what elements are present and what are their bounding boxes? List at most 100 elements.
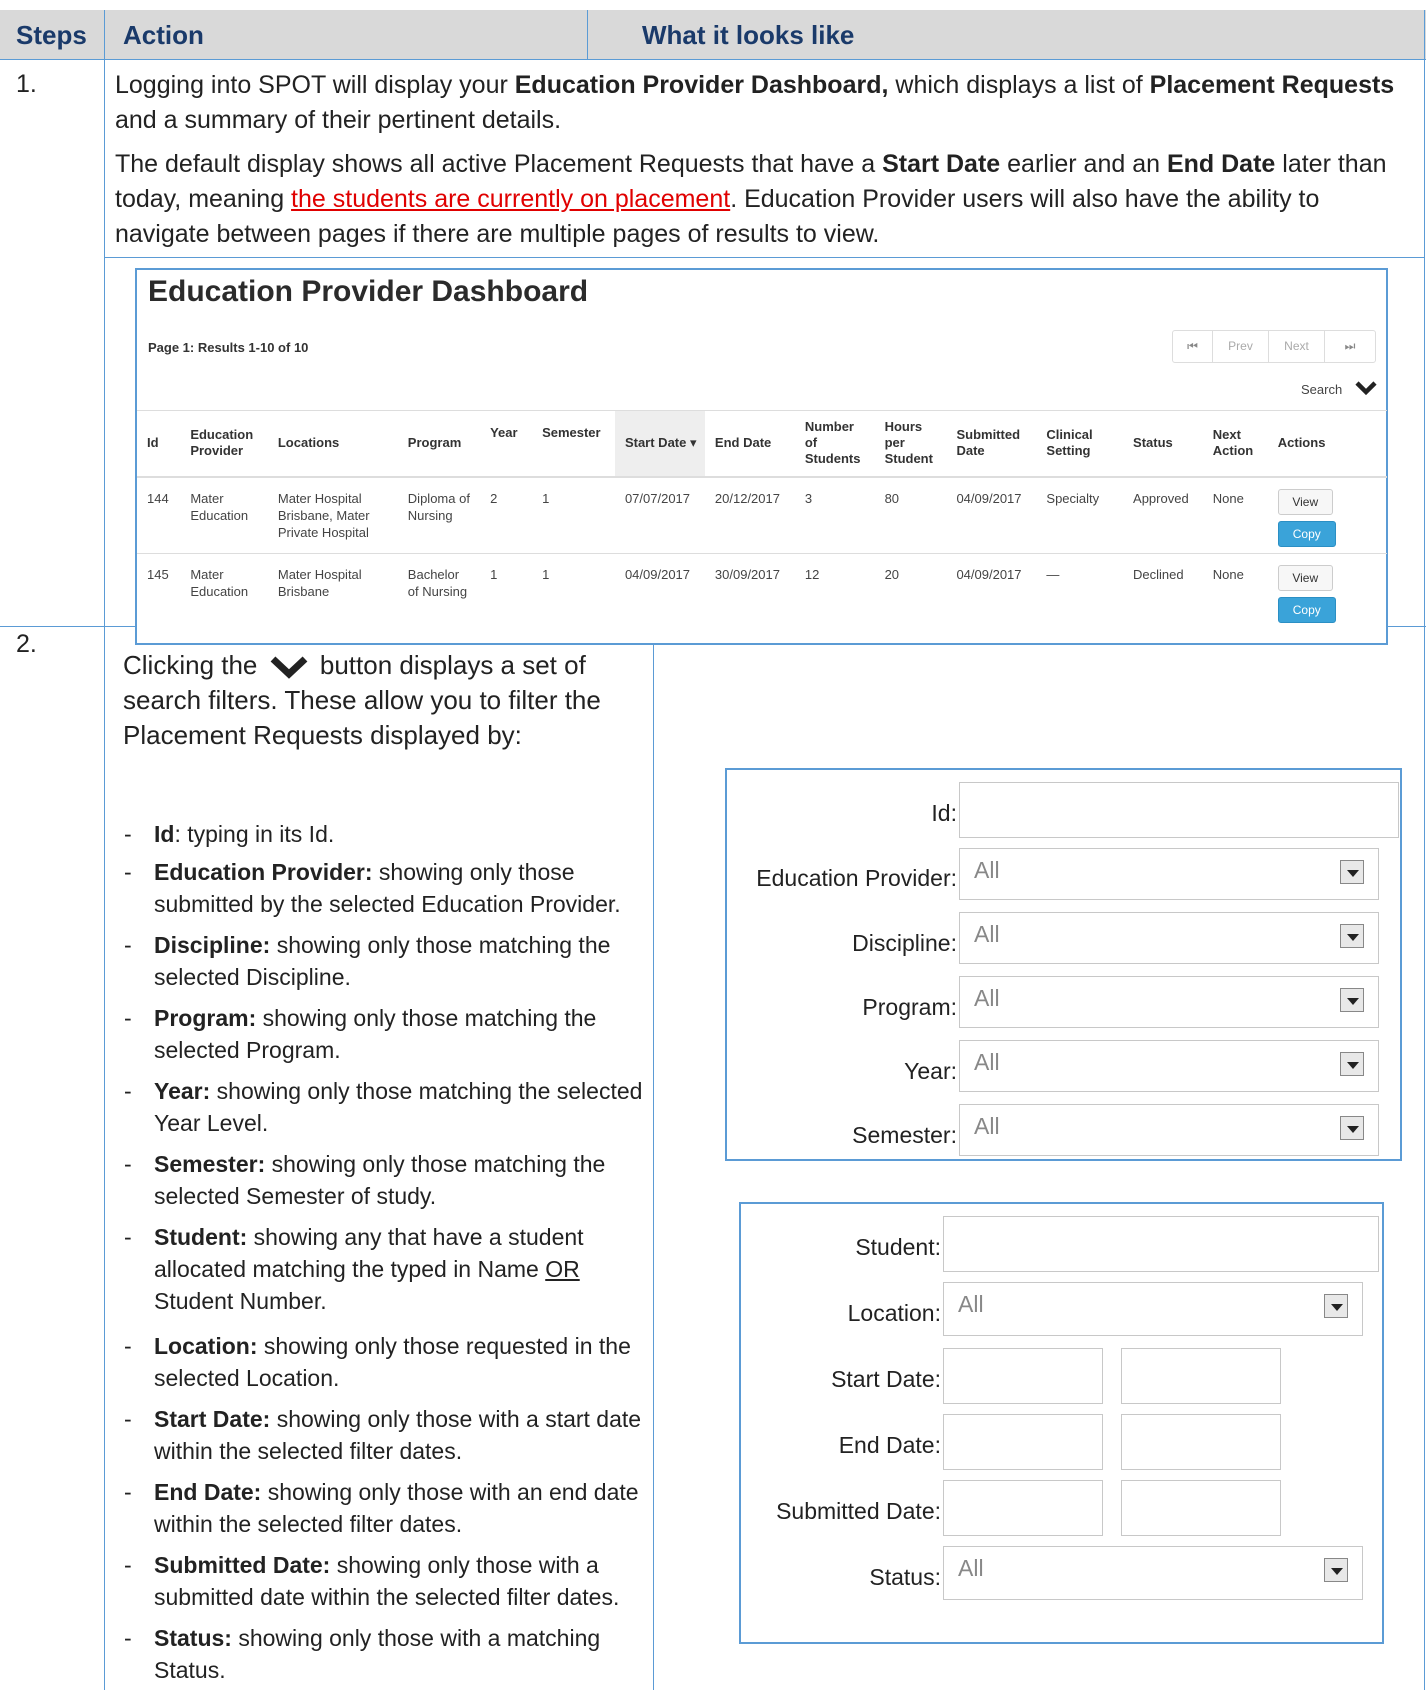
- list-item: - Submitted Date: showing only those with…: [124, 1552, 620, 1610]
- education-provider-select[interactable]: All: [959, 848, 1379, 900]
- cell-next-action: None: [1202, 552, 1268, 629]
- list-item: - Education Provider: showing only those …: [124, 859, 621, 917]
- prev-page-button[interactable]: Prev: [1213, 331, 1269, 362]
- end-date-to-input[interactable]: [1121, 1414, 1281, 1470]
- search-filters-panel-1: Id: Education Provider: All Discipline: …: [725, 768, 1402, 1161]
- list-item: - Start Date: showing only those with a s…: [124, 1406, 642, 1464]
- step1-paragraph-2: The default display shows all active Pla…: [115, 150, 1387, 248]
- submitted-date-from-input[interactable]: [943, 1480, 1103, 1536]
- col-year[interactable]: Year: [480, 410, 533, 478]
- header-steps: Steps: [16, 20, 87, 50]
- dropdown-arrow-icon: [1324, 1558, 1348, 1582]
- col-clinical-setting[interactable]: Clinical Setting: [1036, 410, 1124, 478]
- dropdown-arrow-icon: [1340, 1052, 1364, 1076]
- col-hours-per-student[interactable]: Hours per Student: [874, 410, 947, 478]
- cell-end-date: 20/12/2017: [704, 476, 795, 553]
- start-date-to-input[interactable]: [1121, 1348, 1281, 1404]
- view-button[interactable]: View: [1277, 564, 1333, 591]
- cell-id: 144: [137, 476, 181, 553]
- step2-intro: Clicking the button displays a set of se…: [123, 650, 601, 750]
- cell-status: Declined: [1123, 552, 1203, 629]
- dashboard-screenshot: Education Provider Dashboard Page 1: Res…: [135, 268, 1388, 645]
- start-date-from-input[interactable]: [943, 1348, 1103, 1404]
- status-select[interactable]: All: [943, 1546, 1363, 1600]
- view-button[interactable]: View: [1277, 488, 1333, 515]
- cell-hours-per-student: 20: [874, 552, 947, 629]
- last-page-button[interactable]: ⏭: [1325, 331, 1375, 362]
- dropdown-arrow-icon: [1324, 1294, 1348, 1318]
- col-id[interactable]: Id: [137, 410, 181, 478]
- cell-clinical-setting: —: [1036, 552, 1124, 629]
- first-page-button[interactable]: ⏮: [1173, 331, 1213, 362]
- cell-clinical-setting: Specialty: [1036, 476, 1124, 553]
- cell-locations: Mater Hospital Brisbane: [267, 552, 398, 629]
- search-filters-panel-2: Student: Location: All Start Date: End D…: [739, 1202, 1384, 1644]
- header-looks-like: What it looks like: [642, 20, 855, 50]
- col-submitted-date[interactable]: Submitted Date: [946, 410, 1037, 478]
- cell-program: Diploma of Nursing: [397, 476, 481, 553]
- col-semester[interactable]: Semester: [532, 410, 615, 478]
- cell-id: 145: [137, 552, 181, 629]
- cell-year: 1: [480, 552, 533, 629]
- cell-actions: View Copy: [1267, 476, 1387, 553]
- end-date-label: End Date:: [838, 1432, 941, 1458]
- copy-button[interactable]: Copy: [1277, 596, 1336, 623]
- header-divider: [587, 10, 588, 60]
- col-start-date[interactable]: Start Date ▾: [614, 410, 705, 478]
- page-info: Page 1: Results 1-10 of 10: [148, 340, 309, 355]
- year-label: Year:: [904, 1058, 957, 1084]
- list-item: - Student: showing any that have a studen…: [124, 1224, 584, 1314]
- col-next-action[interactable]: Next Action: [1202, 410, 1268, 478]
- cell-locations: Mater Hospital Brisbane, Mater Private H…: [267, 476, 398, 553]
- student-input[interactable]: [943, 1216, 1379, 1272]
- table-header-row: Id Education Provider Locations Program …: [137, 410, 1387, 478]
- student-label: Student:: [855, 1234, 941, 1260]
- cell-program: Bachelor of Nursing: [397, 552, 481, 629]
- copy-button[interactable]: Copy: [1277, 520, 1336, 547]
- chevron-down-icon[interactable]: [1355, 380, 1377, 396]
- col-end-date[interactable]: End Date: [704, 410, 795, 478]
- col-program[interactable]: Program: [397, 410, 481, 478]
- list-item: - Semester: showing only those matching t…: [124, 1151, 606, 1209]
- col-education-provider[interactable]: Education Provider: [180, 410, 268, 478]
- col-locations[interactable]: Locations: [267, 410, 398, 478]
- cell-next-action: None: [1202, 476, 1268, 553]
- col-status[interactable]: Status: [1123, 410, 1203, 478]
- step-number-1: 1.: [16, 70, 37, 98]
- discipline-select[interactable]: All: [959, 912, 1379, 964]
- cell-semester: 1: [532, 552, 615, 629]
- list-item: - Location: showing only those requested …: [124, 1333, 631, 1391]
- cell-start-date: 04/09/2017: [614, 552, 705, 629]
- cell-education-provider: Mater Education: [180, 476, 268, 553]
- step1-text-divider: [104, 257, 1424, 258]
- right-border: [1424, 10, 1425, 1690]
- program-select[interactable]: All: [959, 976, 1379, 1028]
- location-label: Location:: [847, 1300, 941, 1326]
- dropdown-arrow-icon: [1340, 1116, 1364, 1140]
- list-item: - Program: showing only those matching th…: [124, 1005, 597, 1063]
- table-row: 145 Mater Education Mater Hospital Brisb…: [137, 552, 1387, 629]
- cell-submitted-date: 04/09/2017: [946, 552, 1037, 629]
- id-input[interactable]: [959, 782, 1399, 838]
- dropdown-arrow-icon: [1340, 924, 1364, 948]
- table-row: 144 Mater Education Mater Hospital Brisb…: [137, 476, 1387, 553]
- list-item: - Discipline: showing only those matching…: [124, 932, 611, 990]
- col-number-of-students[interactable]: Number of Students: [794, 410, 875, 478]
- end-date-from-input[interactable]: [943, 1414, 1103, 1470]
- steps-column-divider: [104, 10, 105, 1690]
- program-label: Program:: [862, 994, 957, 1020]
- search-label: Search: [1301, 382, 1343, 397]
- submitted-date-to-input[interactable]: [1121, 1480, 1281, 1536]
- list-item: - Status: showing only those with a match…: [124, 1625, 601, 1683]
- cell-status: Approved: [1123, 476, 1203, 553]
- id-label: Id:: [931, 800, 957, 826]
- year-select[interactable]: All: [959, 1040, 1379, 1092]
- semester-select[interactable]: All: [959, 1104, 1379, 1156]
- col-actions: Actions: [1267, 410, 1387, 478]
- next-page-button[interactable]: Next: [1269, 331, 1325, 362]
- header-action: Action: [123, 20, 204, 50]
- status-label: Status:: [869, 1564, 941, 1590]
- location-select[interactable]: All: [943, 1282, 1363, 1336]
- list-item: - Id: typing in its Id.: [124, 821, 335, 847]
- cell-number-of-students: 12: [794, 552, 875, 629]
